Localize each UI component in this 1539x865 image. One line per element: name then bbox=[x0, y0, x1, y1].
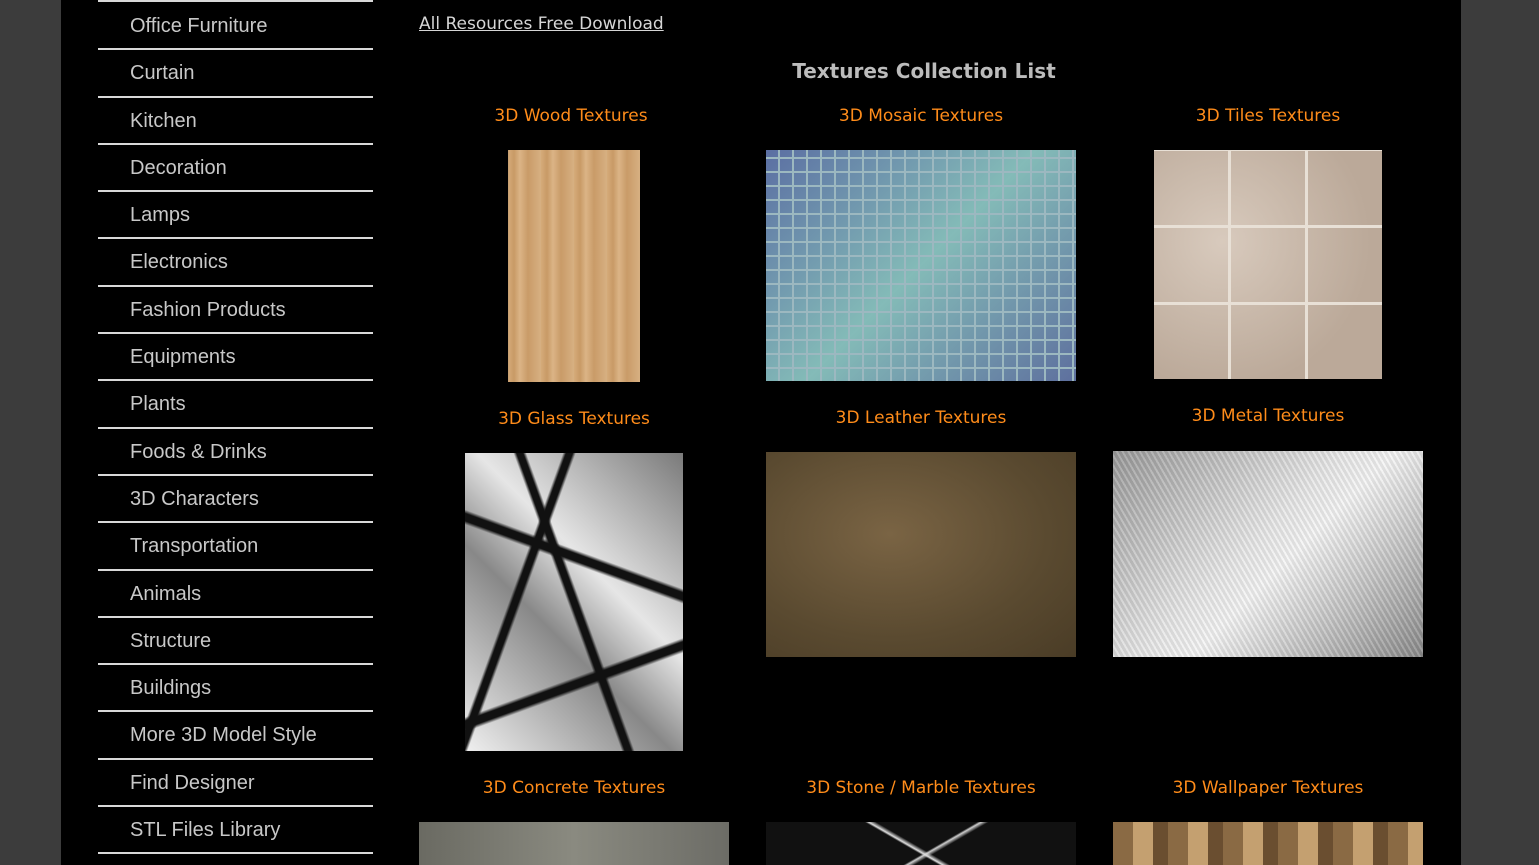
sidebar-item-stl-files-library[interactable]: STL Files Library bbox=[98, 807, 373, 855]
texture-title-metal[interactable]: 3D Metal Textures bbox=[1113, 406, 1423, 426]
sidebar-item-plants[interactable]: Plants bbox=[98, 381, 373, 429]
texture-title-stone-marble[interactable]: 3D Stone / Marble Textures bbox=[766, 778, 1076, 798]
sidebar-item-kitchen[interactable]: Kitchen bbox=[98, 98, 373, 145]
sidebar-item-more-3d-model-style[interactable]: More 3D Model Style bbox=[98, 712, 373, 760]
texture-title-glass[interactable]: 3D Glass Textures bbox=[424, 409, 724, 429]
sidebar-item-3d-characters[interactable]: 3D Characters bbox=[98, 476, 373, 524]
sidebar-item-find-designer[interactable]: Find Designer bbox=[98, 760, 373, 808]
sidebar-menu: Office Furniture Curtain Kitchen Decorat… bbox=[98, 0, 373, 855]
texture-title-leather[interactable]: 3D Leather Textures bbox=[766, 408, 1076, 428]
sidebar-item-animals[interactable]: Animals bbox=[98, 571, 373, 618]
sidebar-item-decoration[interactable]: Decoration bbox=[98, 145, 373, 193]
sidebar-item-office-furniture[interactable]: Office Furniture bbox=[98, 3, 373, 51]
metal-texture-image[interactable] bbox=[1113, 451, 1423, 657]
texture-title-concrete[interactable]: 3D Concrete Textures bbox=[419, 778, 729, 798]
sidebar-item-electronics[interactable]: Electronics bbox=[98, 239, 373, 287]
wood-texture-image[interactable] bbox=[508, 150, 640, 382]
sidebar-item-foods-drinks[interactable]: Foods & Drinks bbox=[98, 429, 373, 476]
all-resources-link[interactable]: All Resources Free Download bbox=[419, 14, 664, 34]
sidebar-item-buildings[interactable]: Buildings bbox=[98, 665, 373, 713]
sidebar-item-structure[interactable]: Structure bbox=[98, 618, 373, 666]
sidebar-item-fashion-products[interactable]: Fashion Products bbox=[98, 287, 373, 335]
wallpaper-texture-image[interactable] bbox=[1113, 822, 1423, 865]
texture-title-mosaic[interactable]: 3D Mosaic Textures bbox=[766, 106, 1076, 126]
stone-marble-texture-image[interactable] bbox=[766, 822, 1076, 865]
concrete-texture-image[interactable] bbox=[419, 822, 729, 865]
page-title: Textures Collection List bbox=[792, 59, 1056, 83]
tiles-texture-image[interactable] bbox=[1154, 150, 1382, 379]
leather-texture-image[interactable] bbox=[766, 452, 1076, 657]
sidebar-item-transportation[interactable]: Transportation bbox=[98, 523, 373, 571]
mosaic-texture-image[interactable] bbox=[766, 150, 1076, 381]
texture-title-wood[interactable]: 3D Wood Textures bbox=[421, 106, 721, 126]
sidebar-item-curtain[interactable]: Curtain bbox=[98, 50, 373, 98]
glass-texture-image[interactable] bbox=[465, 453, 683, 751]
page-container: Office Furniture Curtain Kitchen Decorat… bbox=[61, 0, 1461, 865]
texture-title-wallpaper[interactable]: 3D Wallpaper Textures bbox=[1113, 778, 1423, 798]
sidebar-item-equipments[interactable]: Equipments bbox=[98, 334, 373, 382]
texture-title-tiles[interactable]: 3D Tiles Textures bbox=[1113, 106, 1423, 126]
sidebar-item-lamps[interactable]: Lamps bbox=[98, 192, 373, 240]
